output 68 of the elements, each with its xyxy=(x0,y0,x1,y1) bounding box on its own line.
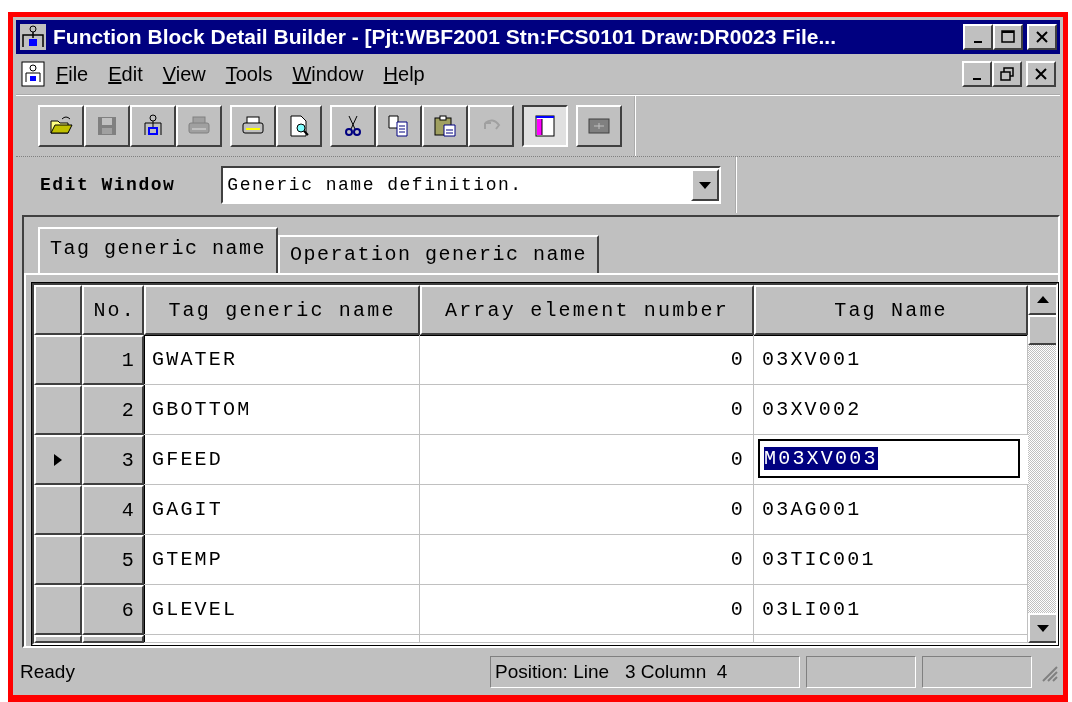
maximize-icon xyxy=(1001,30,1015,44)
minimize-icon xyxy=(974,41,982,43)
row-number: 2 xyxy=(82,385,144,435)
close-button[interactable] xyxy=(1027,24,1057,50)
restore-icon xyxy=(1000,67,1014,81)
minimize-button[interactable] xyxy=(963,24,993,50)
menu-item[interactable]: View xyxy=(152,62,216,86)
window-title: Function Block Detail Builder - [Pjt:WBF2001 Stn:FCS0101 Draw:DR0023 File... xyxy=(53,25,837,49)
status-position: Position: Line 3 Column 4 xyxy=(490,656,800,688)
row-number: 6 xyxy=(82,585,144,635)
column-header[interactable]: Tag Name xyxy=(754,285,1028,335)
row-header[interactable] xyxy=(34,435,82,485)
table-cell: 0 xyxy=(420,435,754,485)
scroll-up-button[interactable] xyxy=(1028,285,1056,315)
close-icon xyxy=(1034,67,1048,81)
close-button[interactable] xyxy=(1026,61,1056,87)
close-icon xyxy=(1035,30,1049,44)
row-number: 3 xyxy=(82,435,144,485)
tab[interactable]: Operation generic name xyxy=(278,235,600,273)
row-number: 4 xyxy=(82,485,144,535)
table-cell: GBOTTOM xyxy=(144,385,420,435)
menu-item[interactable]: Window xyxy=(282,62,374,86)
input-field[interactable]: M03XV003 xyxy=(758,439,1020,478)
toolbar-button[interactable] xyxy=(522,105,568,147)
menu-item[interactable]: Tools xyxy=(215,62,283,86)
row-header[interactable] xyxy=(34,535,82,585)
row-number: 5 xyxy=(82,535,144,585)
caret-icon xyxy=(698,180,713,190)
up-arrow-icon xyxy=(1036,295,1050,305)
row-header[interactable] xyxy=(34,585,82,635)
document-icon[interactable] xyxy=(20,60,48,88)
row-header[interactable] xyxy=(34,385,82,435)
restore-button[interactable] xyxy=(992,61,1022,87)
current-row-icon xyxy=(53,453,63,467)
edit-window-dropdown[interactable]: Generic name definition. xyxy=(221,166,722,204)
table-cell: GAGIT xyxy=(144,485,420,535)
field-label: Edit Window xyxy=(40,175,176,195)
menu-item[interactable]: Help xyxy=(373,62,435,86)
table-cell: 0 xyxy=(420,385,754,435)
table-cell: GLEVEL xyxy=(144,585,420,635)
row-number: 1 xyxy=(82,335,144,385)
row-header[interactable] xyxy=(34,335,82,385)
minimize-button[interactable] xyxy=(962,61,992,87)
table-cell: 0 xyxy=(420,335,754,385)
scroll-down-button[interactable] xyxy=(1028,613,1056,643)
table-cell: 0 xyxy=(420,585,754,635)
maximize-button[interactable] xyxy=(993,24,1023,50)
down-arrow-icon xyxy=(1036,623,1050,633)
table-cell: GFEED xyxy=(144,435,420,485)
dropdown-button[interactable] xyxy=(691,169,720,201)
status-message: Ready xyxy=(20,661,76,683)
table-cell: GTEMP xyxy=(144,535,420,585)
table-cell: GWATER xyxy=(144,335,420,385)
table-cell: 0 xyxy=(420,535,754,585)
column-header[interactable]: Tag generic name xyxy=(144,285,420,335)
scroll-thumb[interactable] xyxy=(1028,315,1056,345)
menu-item[interactable]: File xyxy=(48,62,99,86)
column-header[interactable]: No. xyxy=(82,285,144,335)
table-cell: 0 xyxy=(420,485,754,535)
clipboard-icon xyxy=(432,113,458,139)
tab[interactable]: Tag generic name xyxy=(38,227,279,273)
panel-icon xyxy=(532,113,558,139)
menu-item[interactable]: Edit xyxy=(98,62,153,86)
minimize-icon xyxy=(973,78,981,80)
row-header[interactable] xyxy=(34,485,82,535)
app-icon xyxy=(19,23,47,51)
scrollbar[interactable] xyxy=(1028,285,1056,643)
column-header[interactable]: Array element number xyxy=(420,285,754,335)
